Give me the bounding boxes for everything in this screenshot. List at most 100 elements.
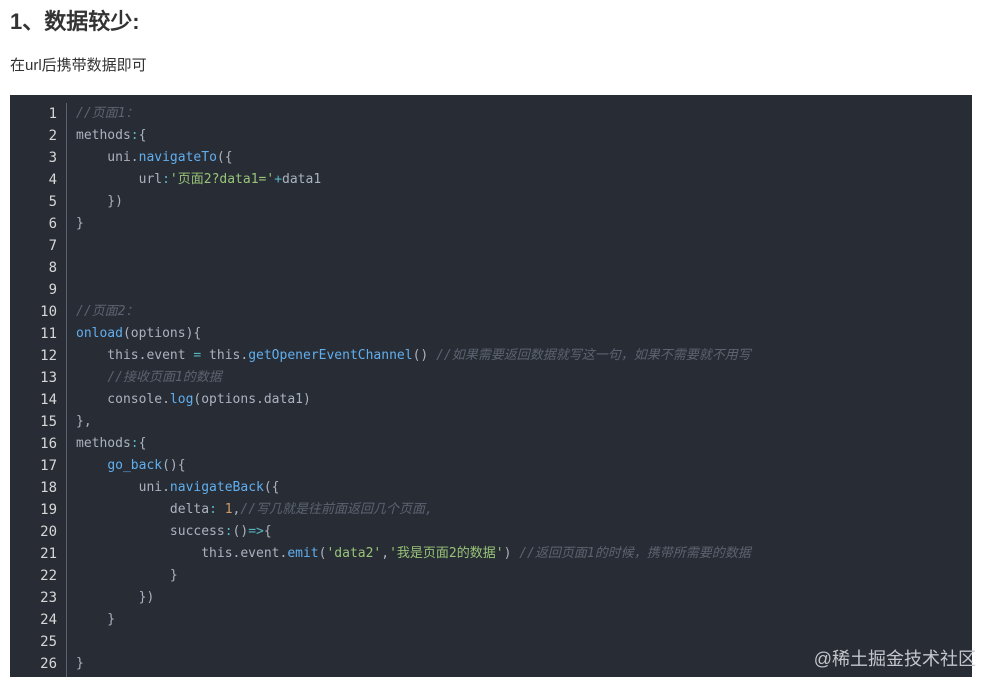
code-token: //如果需要返回数据就写这一句，如果不需要就不用写 [436,348,751,363]
code-token: { [138,436,147,451]
code-token: success [76,524,225,539]
code-line: onload(options){ [66,323,751,345]
code-block: 1 2 3 4 5 6 7 8 9 10 11 12 13 14 15 16 17 18 19 20 21 22 23 24 2… [10,95,972,677]
code-token: ({ [216,150,233,165]
line-number: 2 [48,128,57,144]
code-token: navigateTo [138,150,217,165]
code-line: }) [66,587,751,609]
code-token: this.event [76,348,194,363]
code-token: '我是页面2的数据' [389,546,504,561]
code-token: delta [76,502,210,517]
line-number: 24 [40,612,57,628]
line-number: 12 [40,348,57,364]
code-token: : [130,436,139,451]
code-token: => [248,524,264,539]
code-token: //写几就是往前面返回几个页面, [240,502,433,517]
line-number: 20 [40,524,57,540]
code-lines: //页面1： methods:{ uni.navigateTo({ url:'页面… [66,103,751,675]
code-token: } [76,612,116,627]
code-line: this.event.emit('data2','我是页面2的数据') //返回… [66,543,751,565]
code-token: ) [503,546,520,561]
code-token: } [76,216,84,231]
code-line: } [66,653,751,675]
code-line: go_back(){ [66,455,751,477]
code-token: : [209,502,217,517]
line-number: 7 [48,238,57,254]
code-token: }) [76,590,155,605]
code-token: } [76,656,84,671]
line-number: 13 [40,370,57,386]
line-number: 9 [48,282,57,298]
code-line: success:()=>{ [66,521,751,543]
code-token: }, [76,414,92,429]
code-token: console. [76,392,170,407]
code-line: }) [66,191,751,213]
code-token: '页面2?data1=' [169,172,275,187]
code-token: () [232,524,249,539]
line-number: 22 [40,568,57,584]
code-token: //接收页面1的数据 [107,370,222,385]
line-number-gutter: 1 2 3 4 5 6 7 8 9 10 11 12 13 14 15 16 17 18 19 20 21 22 23 24 2… [10,103,57,675]
code-token: : [130,128,139,143]
code-line: uni.navigateBack({ [66,477,751,499]
code-token: (options){ [122,326,202,341]
line-number: 26 [40,656,57,672]
line-number: 19 [40,502,57,518]
line-number: 21 [40,546,57,562]
code-token: { [263,524,272,539]
description-text: 在url后携带数据即可 [10,57,147,74]
line-number: 6 [48,216,57,232]
code-token: (){ [162,458,186,473]
line-number: 8 [48,260,57,276]
code-token: url [76,172,163,187]
line-number: 15 [40,414,57,430]
code-token: navigateBack [169,480,264,495]
line-number: 10 [40,304,57,320]
code-line: methods:{ [66,125,751,147]
code-token: ({ [263,480,280,495]
code-token: log [169,392,194,407]
code-line: //页面2： [66,301,751,323]
code-token: 1 [224,502,233,517]
code-token: (options.data1) [193,392,311,407]
code-token: //页面1： [76,106,139,121]
code-line: //页面1： [66,103,751,125]
code-token: 'data2' [326,546,382,561]
code-line: uni.navigateTo({ [66,147,751,169]
code-token: : [224,524,233,539]
code-line: } [66,565,751,587]
line-number: 14 [40,392,57,408]
code-line: } [66,609,751,631]
code-line: console.log(options.data1) [66,389,751,411]
code-token: { [138,128,147,143]
line-number: 11 [40,326,57,342]
code-token: //页面2： [76,304,139,319]
site-watermark: @稀土掘金技术社区 [813,649,976,669]
code-token: getOpenerEventChannel [248,348,413,363]
code-token: methods [76,128,131,143]
section-heading: 1、数据较少: [10,9,140,34]
code-line: }, [66,411,751,433]
code-token: onload [76,326,123,341]
code-token: emit [287,546,319,561]
code-line: url:'页面2?data1='+data1 [66,169,751,191]
code-token: uni. [76,150,139,165]
code-line: methods:{ [66,433,751,455]
line-number: 23 [40,590,57,606]
code-token: data1 [282,172,322,187]
code-token: + [274,172,283,187]
line-number: 25 [40,634,57,650]
line-number: 1 [48,106,57,122]
code-token: , [381,546,390,561]
code-token: //返回页面1的时候，携带所需要的数据 [519,546,751,561]
code-token: }) [76,194,123,209]
code-token: : [162,172,170,187]
line-number: 4 [48,172,57,188]
code-line: this.event = this.getOpenerEventChannel(… [66,345,751,367]
